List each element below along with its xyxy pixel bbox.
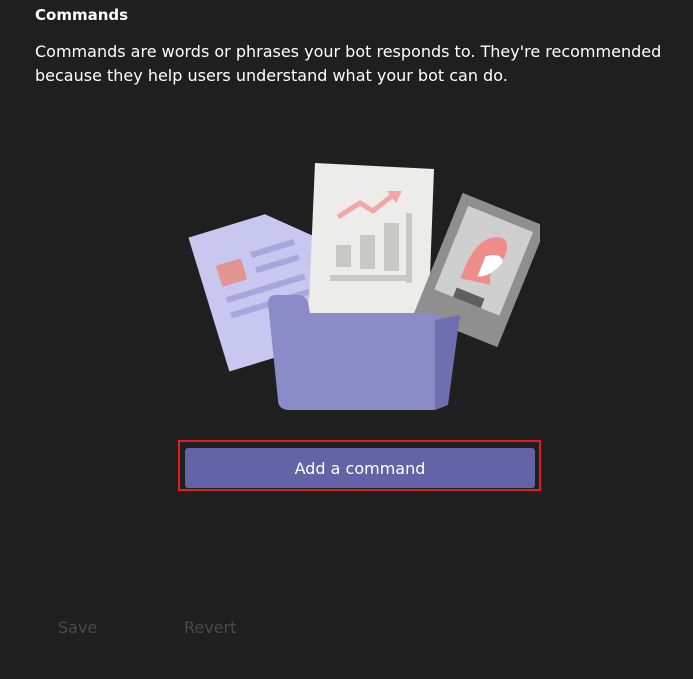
add-command-button[interactable]: Add a command [185, 448, 535, 488]
revert-button[interactable]: Revert [184, 618, 236, 637]
section-title: Commands [35, 6, 129, 24]
section-description: Commands are words or phrases your bot r… [35, 42, 662, 85]
chart-document-icon [308, 163, 434, 330]
documents-folder-illustration [188, 163, 540, 410]
save-button[interactable]: Save [58, 618, 97, 637]
